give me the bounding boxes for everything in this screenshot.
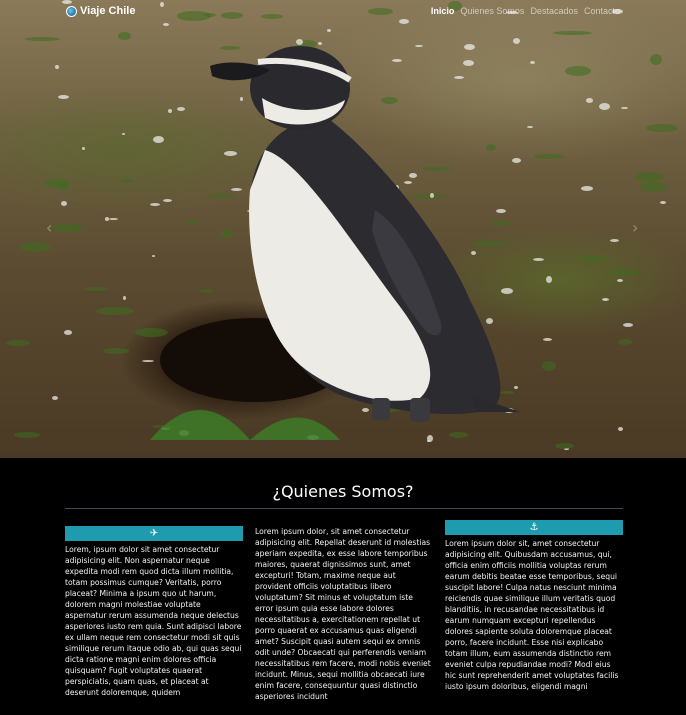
nav-link-quienes-somos[interactable]: Quienes Somos bbox=[460, 6, 524, 16]
section-divider bbox=[65, 508, 623, 509]
hero-image: ‹ › bbox=[0, 0, 686, 458]
penguin-illustration bbox=[150, 46, 520, 440]
column-3-icon-bar: ⚓ bbox=[445, 520, 623, 535]
section-title: ¿Quienes Somos? bbox=[272, 482, 414, 501]
nav-link-inicio[interactable]: Inicio bbox=[431, 6, 455, 16]
anchor-icon: ⚓ bbox=[529, 522, 539, 533]
globe-icon bbox=[66, 5, 77, 17]
brand-link[interactable]: Viaje Chile bbox=[66, 5, 135, 17]
nav-link-contacto[interactable]: Contacto bbox=[584, 6, 620, 16]
column-1-text: Lorem, ipsum dolor sit amet consectetur … bbox=[65, 545, 242, 697]
column-2-text: Lorem ipsum dolor, sit amet consectetur … bbox=[255, 527, 431, 701]
about-column-3: ⚓ Lorem ipsum dolor sit, amet consectetu… bbox=[445, 520, 623, 692]
about-column-1: ✈ Lorem, ipsum dolor sit amet consectetu… bbox=[65, 526, 243, 698]
column-3-text: Lorem ipsum dolor sit, amet consectetur … bbox=[445, 539, 619, 691]
column-1-icon-bar: ✈ bbox=[65, 526, 243, 541]
carousel-prev-arrow[interactable]: ‹ bbox=[46, 218, 52, 237]
nav-links: Inicio Quienes Somos Destacados Contacto bbox=[431, 6, 620, 16]
top-navbar: Viaje Chile Inicio Quienes Somos Destaca… bbox=[0, 0, 686, 24]
airplane-icon: ✈ bbox=[149, 528, 159, 539]
about-section: ¿Quienes Somos? ✈ Lorem, ipsum dolor sit… bbox=[0, 458, 686, 715]
carousel-next-arrow[interactable]: › bbox=[632, 218, 638, 237]
about-column-2: Lorem ipsum dolor, sit amet consectetur … bbox=[255, 526, 433, 702]
nav-link-destacados[interactable]: Destacados bbox=[530, 6, 578, 16]
brand-name: Viaje Chile bbox=[80, 5, 136, 17]
